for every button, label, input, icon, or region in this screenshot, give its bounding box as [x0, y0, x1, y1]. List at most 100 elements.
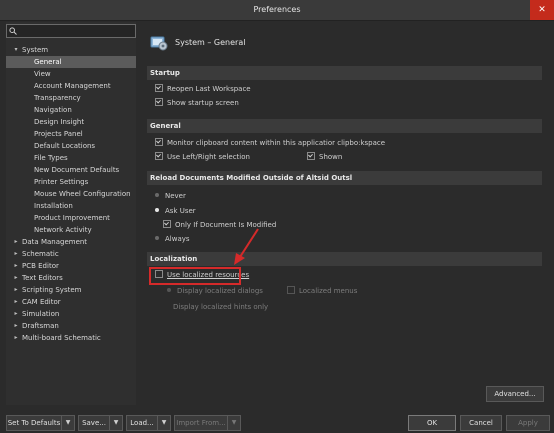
tree-item[interactable]: ▸ Multi-board Schematic — [6, 332, 136, 344]
monitor-clipboard-checkbox[interactable]: Monitor clipboard content within this ap… — [155, 138, 385, 147]
localized-menus-checkbox[interactable]: Localized menus — [287, 286, 358, 295]
tree-item[interactable]: Product Improvement — [6, 212, 136, 224]
advanced-button[interactable]: Advanced... — [486, 386, 544, 402]
show-startup-screen-checkbox[interactable]: Show startup screen — [155, 98, 239, 107]
window-title: Preferences — [253, 5, 301, 14]
reopen-last-workspace-checkbox[interactable]: Reopen Last Workspace — [155, 84, 251, 93]
tree-item-label: Installation — [34, 202, 73, 210]
tree-item[interactable]: Design Insight — [6, 116, 136, 128]
tree-item[interactable]: Navigation — [6, 104, 136, 116]
checkbox-label: Show startup screen — [167, 99, 239, 107]
tree-item[interactable]: ▸ CAM Editor — [6, 296, 136, 308]
checkbox-checked-icon — [155, 84, 163, 92]
tree-item[interactable]: ▸ Draftsman — [6, 320, 136, 332]
radio-label: Display localized dialogs — [177, 287, 263, 295]
save-button[interactable]: Save... — [78, 415, 110, 431]
tree-item-label: Default Locations — [34, 142, 96, 150]
tree-item-label: Draftsman — [22, 322, 59, 330]
tree-item-label: Schematic — [22, 250, 59, 258]
checkbox-checked-icon — [307, 152, 315, 160]
tree-item[interactable]: General — [6, 56, 136, 68]
ok-button[interactable]: OK — [408, 415, 456, 431]
tree-item[interactable]: ▸ Simulation — [6, 308, 136, 320]
radio-off-icon — [155, 193, 159, 197]
localization-section-header: Localization — [147, 252, 542, 266]
save-dropdown[interactable]: ▼ — [109, 415, 123, 431]
tree-item[interactable]: View — [6, 68, 136, 80]
left-right-selection-checkbox[interactable]: Use Left/Right selection — [155, 152, 250, 161]
tree-item-label: Text Editors — [22, 274, 63, 282]
highlight-annotation-box — [149, 267, 241, 285]
settings-tree: ▾ System General View Account Management Tran… — [6, 44, 136, 344]
tree-item[interactable]: ▸ PCB Editor — [6, 260, 136, 272]
radio-on-icon — [155, 208, 159, 212]
tree-item-label: Projects Panel — [34, 130, 83, 138]
expand-arrow-right-icon[interactable]: ▸ — [12, 248, 20, 260]
expand-arrow-right-icon[interactable]: ▸ — [12, 284, 20, 296]
expand-arrow-down-icon[interactable]: ▾ — [12, 44, 20, 56]
reload-never-radio[interactable]: Never — [155, 192, 186, 200]
expand-arrow-right-icon[interactable]: ▸ — [12, 296, 20, 308]
expand-arrow-right-icon[interactable]: ▸ — [12, 308, 20, 320]
tree-item[interactable]: Mouse Wheel Configuration — [6, 188, 136, 200]
tree-item-label: File Types — [34, 154, 68, 162]
search-input[interactable] — [6, 24, 136, 38]
reload-always-radio[interactable]: Always — [155, 235, 190, 243]
expand-arrow-right-icon[interactable]: ▸ — [12, 332, 20, 344]
tree-item[interactable]: New Document Defaults — [6, 164, 136, 176]
close-button[interactable]: ✕ — [530, 0, 554, 20]
tree-item-label: Scripting System — [22, 286, 82, 294]
radio-label: Always — [165, 235, 190, 243]
load-button[interactable]: Load... — [126, 415, 158, 431]
tree-item[interactable]: Transparency — [6, 92, 136, 104]
apply-button[interactable]: Apply — [506, 415, 550, 431]
checkbox-label: Shown — [319, 153, 343, 161]
import-from-button[interactable]: Import From... — [174, 415, 228, 431]
reload-section-header: Reload Documents Modified Outside of Alt… — [147, 171, 542, 185]
system-general-icon — [150, 36, 168, 51]
tree-item[interactable]: Projects Panel — [6, 128, 136, 140]
tree-item[interactable]: ▸ Data Management — [6, 236, 136, 248]
tree-item-label: Printer Settings — [34, 178, 89, 186]
import-from-dropdown[interactable]: ▼ — [227, 415, 241, 431]
checkbox-label: Localized menus — [299, 287, 358, 295]
tree-item[interactable]: ▸ Schematic — [6, 248, 136, 260]
expand-arrow-right-icon[interactable]: ▸ — [12, 272, 20, 284]
tree-item-label: Data Management — [22, 238, 88, 246]
tree-item[interactable]: Network Activity — [6, 224, 136, 236]
set-to-defaults-button[interactable]: Set To Defaults — [6, 415, 62, 431]
general-section-header: General — [147, 119, 542, 133]
tree-item[interactable]: ▸ Text Editors — [6, 272, 136, 284]
tree-item[interactable]: File Types — [6, 152, 136, 164]
checkbox-checked-icon — [155, 152, 163, 160]
shown-checkbox[interactable]: Shown — [307, 152, 343, 161]
set-to-defaults-dropdown[interactable]: ▼ — [61, 415, 75, 431]
tree-item-label: General — [34, 58, 62, 66]
startup-section-header: Startup — [147, 66, 542, 80]
tree-item[interactable]: ▸ Scripting System — [6, 284, 136, 296]
expand-arrow-right-icon[interactable]: ▸ — [12, 260, 20, 272]
navigation-panel: ▾ System General View Account Management Tran… — [6, 22, 136, 405]
title-bar: Preferences ✕ — [0, 0, 554, 21]
radio-off-icon — [167, 288, 171, 292]
tree-item[interactable]: Printer Settings — [6, 176, 136, 188]
tree-item[interactable]: Installation — [6, 200, 136, 212]
bottom-button-bar: Set To Defaults ▼ Save... ▼ Load... ▼ Im… — [0, 408, 554, 433]
checkbox-unchecked-icon — [287, 286, 295, 294]
tree-item-label: CAM Editor — [22, 298, 61, 306]
cancel-button[interactable]: Cancel — [460, 415, 502, 431]
display-localized-dialogs-radio[interactable]: Display localized dialogs — [167, 287, 263, 295]
tree-item[interactable]: Account Management — [6, 80, 136, 92]
expand-arrow-right-icon[interactable]: ▸ — [12, 320, 20, 332]
load-dropdown[interactable]: ▼ — [157, 415, 171, 431]
tree-item[interactable]: ▾ System — [6, 44, 136, 56]
expand-arrow-right-icon[interactable]: ▸ — [12, 236, 20, 248]
tree-item-label: Navigation — [34, 106, 72, 114]
reload-ask-user-radio[interactable]: Ask User — [155, 207, 196, 215]
settings-content: System – General Startup Reopen Last Wor… — [145, 22, 548, 405]
tree-item-label: Design Insight — [34, 118, 85, 126]
checkbox-checked-icon — [163, 220, 171, 228]
checkbox-checked-icon — [155, 98, 163, 106]
tree-item[interactable]: Default Locations — [6, 140, 136, 152]
display-localized-hints-radio[interactable]: Display localized hints only — [173, 303, 268, 311]
